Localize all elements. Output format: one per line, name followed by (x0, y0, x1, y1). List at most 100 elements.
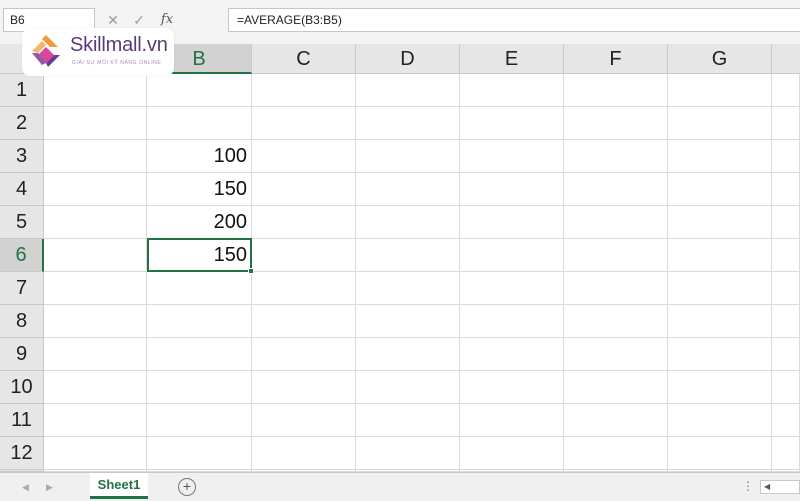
row-header-1[interactable]: 1 (0, 74, 44, 107)
grid-cell[interactable] (668, 74, 772, 107)
grid-cell[interactable] (252, 404, 356, 437)
grid-cell[interactable] (564, 305, 668, 338)
grid-cell[interactable] (460, 107, 564, 140)
tab-sheet1[interactable]: Sheet1 (90, 473, 148, 499)
prev-sheet-icon[interactable]: ◀ (22, 473, 29, 501)
grid-cell[interactable] (147, 338, 252, 371)
grid-cell[interactable] (564, 140, 668, 173)
grid-cell[interactable] (44, 206, 147, 239)
grid-cell[interactable] (668, 404, 772, 437)
grid-cell[interactable] (44, 107, 147, 140)
grid-cell[interactable] (252, 107, 356, 140)
grid-cell[interactable] (44, 338, 147, 371)
grid-cell[interactable] (252, 239, 356, 272)
grid-cell[interactable] (44, 74, 147, 107)
row-header-10[interactable]: 10 (0, 371, 44, 404)
row-header-4[interactable]: 4 (0, 173, 44, 206)
row-header-9[interactable]: 9 (0, 338, 44, 371)
row-header-7[interactable]: 7 (0, 272, 44, 305)
grid-cell[interactable] (356, 338, 460, 371)
spreadsheet-grid[interactable]: A B C D E F G 1 2 3 4 5 6 7 8 9 10 11 12… (0, 44, 800, 472)
grid-cell[interactable] (460, 239, 564, 272)
grid-cell[interactable] (668, 173, 772, 206)
grid-cell[interactable] (356, 140, 460, 173)
grid-cell[interactable] (564, 272, 668, 305)
grid-cell[interactable] (772, 404, 800, 437)
grid-cell[interactable] (460, 74, 564, 107)
grid-cell[interactable] (356, 74, 460, 107)
grid-cell[interactable] (772, 239, 800, 272)
grid-cell[interactable] (44, 272, 147, 305)
grid-cell[interactable] (356, 107, 460, 140)
grid-cell[interactable] (668, 140, 772, 173)
grid-cell[interactable] (356, 404, 460, 437)
grid-cell[interactable] (460, 206, 564, 239)
grid-cell[interactable] (668, 305, 772, 338)
grid-cell[interactable] (772, 107, 800, 140)
cell-b5[interactable]: 200 (147, 206, 252, 239)
grid-cell[interactable] (44, 173, 147, 206)
grid-cell[interactable] (147, 74, 252, 107)
row-header-3[interactable]: 3 (0, 140, 44, 173)
grid-cell[interactable] (564, 239, 668, 272)
fill-handle[interactable] (248, 268, 254, 274)
horizontal-scrollbar[interactable]: ◀ (760, 480, 800, 494)
grid-cell[interactable] (564, 74, 668, 107)
grid-cell[interactable] (668, 371, 772, 404)
row-header-5[interactable]: 5 (0, 206, 44, 239)
grid-cell[interactable] (44, 239, 147, 272)
grid-cell[interactable] (460, 173, 564, 206)
grid-cell[interactable] (460, 272, 564, 305)
cell-b4[interactable]: 150 (147, 173, 252, 206)
grid-cell[interactable] (252, 140, 356, 173)
grid-cell[interactable] (252, 173, 356, 206)
grid-cell[interactable] (772, 206, 800, 239)
grid-cell[interactable] (668, 206, 772, 239)
grid-cell[interactable] (772, 173, 800, 206)
grid-cell[interactable] (147, 107, 252, 140)
column-header-partial[interactable] (772, 44, 800, 74)
grid-cell[interactable] (460, 437, 564, 470)
row-header-11[interactable]: 11 (0, 404, 44, 437)
formula-input[interactable]: =AVERAGE(B3:B5) (228, 8, 800, 32)
grid-cell[interactable] (564, 338, 668, 371)
grid-cell[interactable] (564, 173, 668, 206)
grid-cell[interactable] (460, 371, 564, 404)
grid-cell[interactable] (460, 404, 564, 437)
column-header-c[interactable]: C (252, 44, 356, 74)
tab-split-icon[interactable]: ⋮ (742, 473, 754, 501)
grid-cell[interactable] (44, 371, 147, 404)
grid-cell[interactable] (252, 437, 356, 470)
grid-cell[interactable] (668, 107, 772, 140)
row-header-8[interactable]: 8 (0, 305, 44, 338)
add-sheet-icon[interactable]: + (178, 478, 196, 496)
column-header-g[interactable]: G (668, 44, 772, 74)
grid-cell[interactable] (147, 272, 252, 305)
grid-cell[interactable] (356, 371, 460, 404)
grid-cell[interactable] (460, 305, 564, 338)
grid-cell[interactable] (147, 437, 252, 470)
grid-cell[interactable] (772, 338, 800, 371)
grid-cell[interactable] (772, 305, 800, 338)
grid-cell[interactable] (668, 338, 772, 371)
grid-cell[interactable] (147, 371, 252, 404)
grid-cell[interactable] (772, 437, 800, 470)
column-header-e[interactable]: E (460, 44, 564, 74)
grid-cell[interactable] (356, 239, 460, 272)
row-header-2[interactable]: 2 (0, 107, 44, 140)
grid-cell[interactable] (147, 305, 252, 338)
grid-cell[interactable] (44, 437, 147, 470)
column-header-d[interactable]: D (356, 44, 460, 74)
grid-cell[interactable] (564, 404, 668, 437)
grid-cell[interactable] (356, 173, 460, 206)
grid-cell[interactable] (147, 404, 252, 437)
grid-cell[interactable] (772, 371, 800, 404)
grid-cell[interactable] (252, 305, 356, 338)
grid-cell[interactable] (772, 74, 800, 107)
next-sheet-icon[interactable]: ▶ (46, 473, 53, 501)
row-header-6[interactable]: 6 (0, 239, 44, 272)
grid-cell[interactable] (772, 140, 800, 173)
grid-cell[interactable] (564, 206, 668, 239)
cell-b3[interactable]: 100 (147, 140, 252, 173)
grid-cell[interactable] (356, 305, 460, 338)
